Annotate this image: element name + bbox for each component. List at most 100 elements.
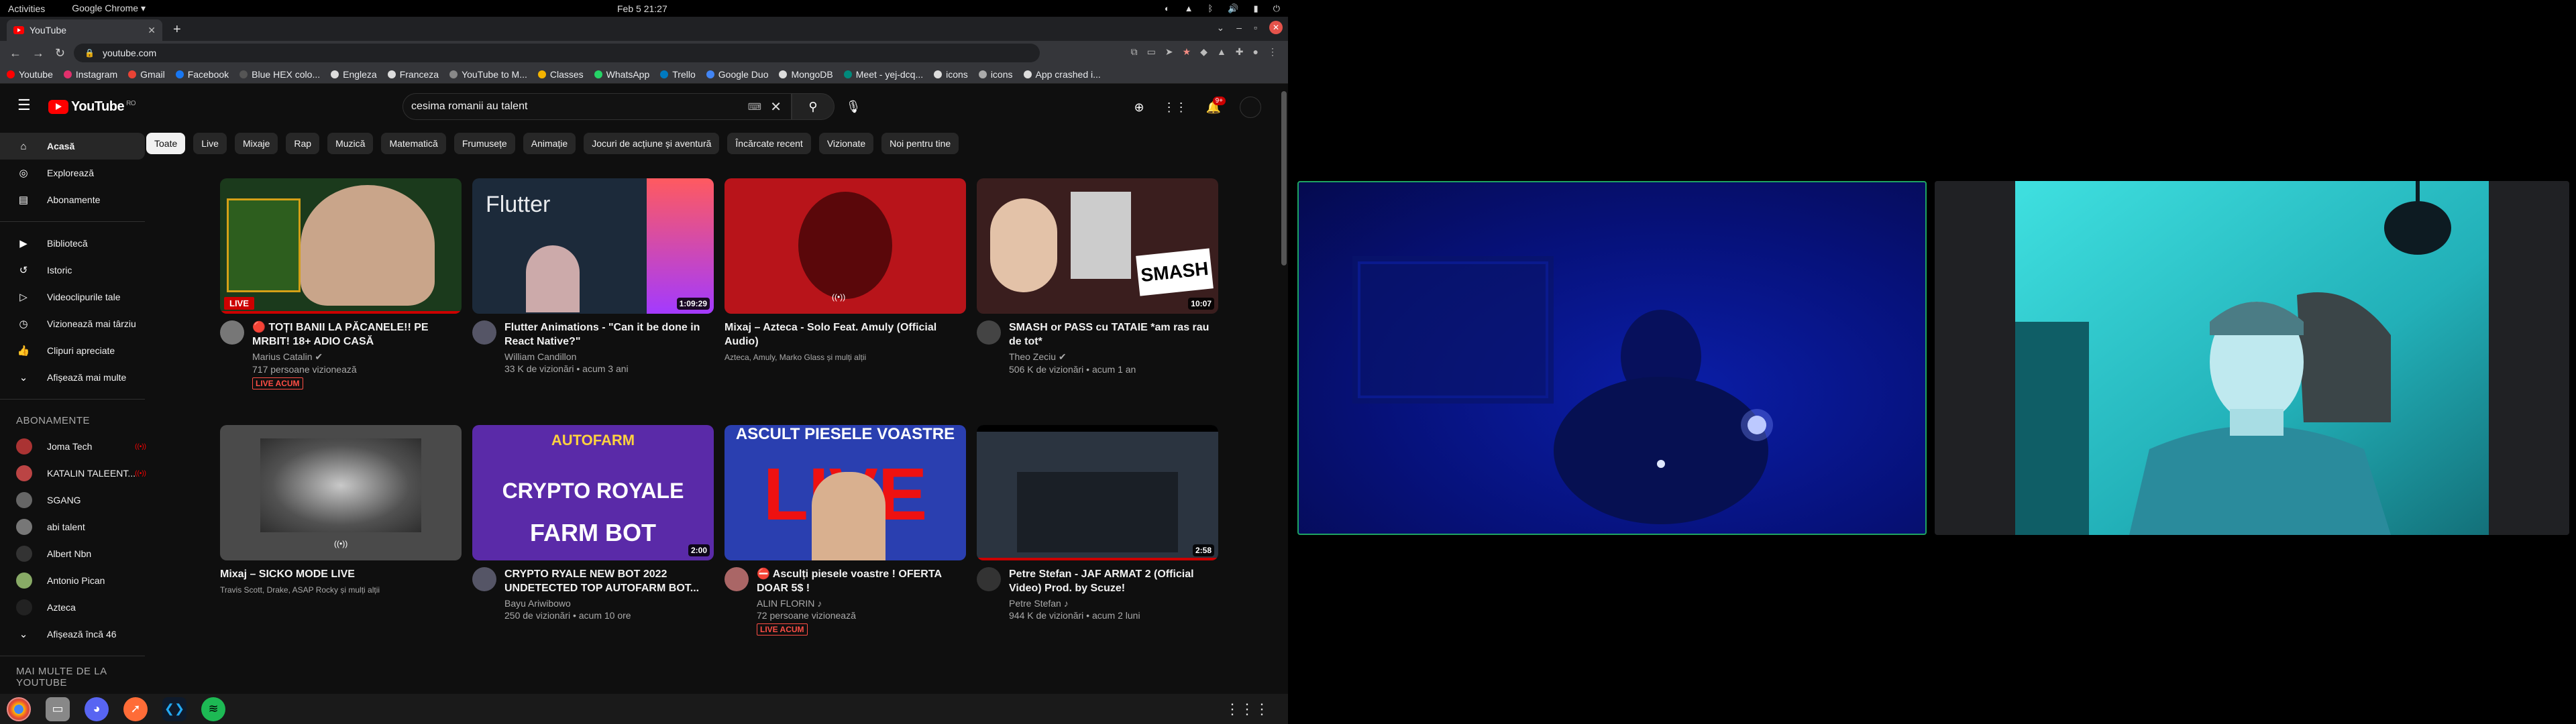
clock[interactable]: Feb 5 21:27 (617, 3, 667, 14)
bookmark-item[interactable]: WhatsApp (594, 69, 649, 80)
video-card[interactable]: LIVE 🔴 TOȚI BANII LA PĂCANELE!! PE MRBIT… (220, 178, 462, 389)
sidebar-library-item[interactable]: ▶ Bibliotecă (0, 230, 145, 257)
video-title[interactable]: SMASH or PASS cu TATAIE *am ras rau de t… (1009, 320, 1218, 349)
channel-avatar[interactable] (724, 567, 749, 591)
filter-chip[interactable]: Vizionate (818, 133, 874, 154)
bookmark-item[interactable]: Facebook (175, 69, 229, 80)
spotify-icon[interactable]: ≋ (201, 697, 225, 721)
video-card[interactable]: 2:58 Petre Stefan - JAF ARMAT 2 (Officia… (977, 425, 1218, 621)
search-input[interactable]: cesima romanii au talent ⌨ ✕ (402, 93, 792, 120)
address-bar[interactable]: 🔒 youtube.com (74, 44, 1040, 62)
activities-button[interactable]: Activities (8, 3, 45, 14)
bookmark-item[interactable]: Blue HEX colo... (239, 69, 320, 80)
subscription-item[interactable]: SGANG (0, 487, 153, 514)
back-icon[interactable]: ← (9, 46, 23, 60)
tab-youtube[interactable]: YouTube ✕ (7, 19, 162, 41)
video-channel[interactable]: ALIN FLORIN ♪ (757, 598, 966, 609)
sidebar-library-item[interactable]: ⌄ Afișează mai multe (0, 364, 145, 391)
network-icon[interactable]: ▲ (1185, 3, 1193, 14)
filter-chip[interactable]: Live (193, 133, 227, 154)
files-icon[interactable]: ▭ (46, 697, 70, 721)
notifications-button[interactable]: 🔔 9+ (1206, 96, 1226, 115)
bookmark-item[interactable]: Trello (660, 69, 696, 80)
video-channel[interactable]: Theo Zeciu ✔ (1009, 351, 1218, 363)
video-card[interactable]: Flutter 1:09:29 Flutter Animations - "Ca… (472, 178, 714, 374)
subscription-item[interactable]: abi talent (0, 514, 153, 540)
account-avatar[interactable] (1240, 97, 1261, 118)
video-thumbnail[interactable]: LIVE (220, 178, 462, 314)
bookmark-item[interactable]: Franceza (387, 69, 439, 80)
filter-chip[interactable]: Noi pentru tine (881, 133, 959, 154)
sidebar-library-item[interactable]: 👍 Clipuri apreciate (0, 337, 145, 364)
video-channel[interactable]: Petre Stefan ♪ (1009, 598, 1218, 609)
video-thumbnail[interactable]: Flutter 1:09:29 (472, 178, 714, 314)
filter-chip[interactable]: Muzică (327, 133, 374, 154)
bookmark-item[interactable]: MongoDB (779, 69, 833, 80)
filter-chip[interactable]: Mixaje (234, 133, 278, 154)
sidebar-item-0[interactable]: ⌂ Acasă (0, 133, 145, 160)
filter-chip[interactable]: Animație (523, 133, 576, 154)
subscription-item[interactable]: Joma Tech ((•)) (0, 433, 153, 460)
reload-icon[interactable]: ↻ (55, 46, 68, 60)
filter-chip[interactable]: Încărcate recent (727, 133, 811, 154)
volume-icon[interactable]: 🔊 (1228, 3, 1238, 14)
channel-avatar[interactable] (472, 567, 496, 591)
video-card[interactable]: ((•)) Mixaj – Azteca - Solo Feat. Amuly … (724, 178, 966, 362)
video-card[interactable]: ((•)) Mixaj – SICKO MODE LIVE Travis Sco… (220, 425, 462, 595)
bookmark-item[interactable]: Google Duo (706, 69, 768, 80)
puzzle-icon[interactable]: ✚ (1236, 46, 1244, 58)
sidebar-library-item[interactable]: ◷ Vizionează mai târziu (0, 310, 145, 337)
subscription-item[interactable]: Antonio Pican (0, 567, 153, 594)
bookmark-item[interactable]: Engleza (331, 69, 377, 80)
maximize-button[interactable]: ▫ (1254, 22, 1257, 33)
install-icon[interactable]: ⧉ (1131, 46, 1138, 58)
extension-icon[interactable]: ▲ (1217, 46, 1226, 58)
page-scrollbar[interactable] (1281, 91, 1287, 265)
sidebar-library-item[interactable]: ▷ Videoclipurile tale (0, 284, 145, 310)
app-menu[interactable]: Google Chrome ▾ (72, 3, 146, 14)
channel-avatar[interactable] (220, 320, 244, 345)
bookmark-item[interactable]: Youtube (7, 69, 53, 80)
clear-search-icon[interactable]: ✕ (770, 99, 782, 115)
chrome-icon[interactable] (7, 697, 31, 721)
video-card[interactable]: ASCULT PIESELE VOASTRE LIVE ⛔ Asculți pi… (724, 425, 966, 636)
video-card[interactable]: AUTOFARM CRYPTO ROYALE FARM BOT 2:00 CRY… (472, 425, 714, 621)
video-title[interactable]: CRYPTO RYALE NEW BOT 2022 UNDETECTED TOP… (504, 567, 714, 595)
filter-chip[interactable]: Toate (146, 133, 186, 154)
video-thumbnail[interactable]: ((•)) (724, 178, 966, 314)
bookmark-item[interactable]: Instagram (63, 69, 117, 80)
apps-grid-icon[interactable]: ⋮⋮ (1163, 101, 1187, 115)
filter-chip[interactable]: Frumusețe (453, 133, 515, 154)
video-tile-remote[interactable] (1935, 181, 2569, 535)
bookmark-item[interactable]: icons (934, 69, 968, 80)
indicator-icon[interactable]: ◐ (1165, 3, 1170, 14)
close-tab-icon[interactable]: ✕ (148, 25, 156, 36)
share-icon[interactable]: ➤ (1165, 46, 1173, 58)
hamburger-menu-icon[interactable]: ☰ (17, 97, 31, 114)
subscription-item[interactable]: Azteca (0, 594, 153, 621)
video-thumbnail[interactable]: 2:58 (977, 425, 1218, 560)
voice-search-button[interactable]: 🎙 (840, 93, 867, 120)
discord-icon[interactable]: ◕ (85, 697, 109, 721)
video-title[interactable]: ⛔ Asculți piesele voastre ! OFERTA DOAR … (757, 567, 966, 595)
vscode-icon[interactable]: ❮❯ (162, 697, 186, 721)
video-title[interactable]: Mixaj – SICKO MODE LIVE (220, 567, 462, 581)
video-channel[interactable]: Marius Catalin ✔ (252, 351, 462, 363)
video-title[interactable]: Flutter Animations - "Can it be done in … (504, 320, 714, 349)
show-applications-icon[interactable]: ⋮⋮⋮ (1225, 701, 1269, 718)
cast-icon[interactable]: ▭ (1147, 46, 1156, 58)
video-thumbnail[interactable]: SMASH 10:07 (977, 178, 1218, 314)
bookmark-star-icon[interactable]: ★ (1183, 46, 1191, 58)
new-tab-button[interactable]: + (173, 22, 181, 38)
system-tray[interactable]: ◐ ▲ ᛒ 🔊 ▮ ⏻ (1165, 3, 1280, 14)
bookmark-item[interactable]: App crashed i... (1023, 69, 1101, 80)
power-icon[interactable]: ⏻ (1273, 3, 1280, 14)
close-window-button[interactable]: ✕ (1269, 21, 1283, 34)
keyboard-icon[interactable]: ⌨ (748, 101, 761, 113)
video-title[interactable]: 🔴 TOȚI BANII LA PĂCANELE!! PE MRBIT! 18+… (252, 320, 462, 349)
filter-chip[interactable]: Jocuri de acțiune și aventură (584, 133, 720, 154)
channel-avatar[interactable] (977, 320, 1001, 345)
subscription-item[interactable]: KATALIN TALEENT... ((•)) (0, 460, 153, 487)
filter-chip[interactable]: Matematică (381, 133, 446, 154)
search-button[interactable]: ⚲ (792, 93, 835, 120)
